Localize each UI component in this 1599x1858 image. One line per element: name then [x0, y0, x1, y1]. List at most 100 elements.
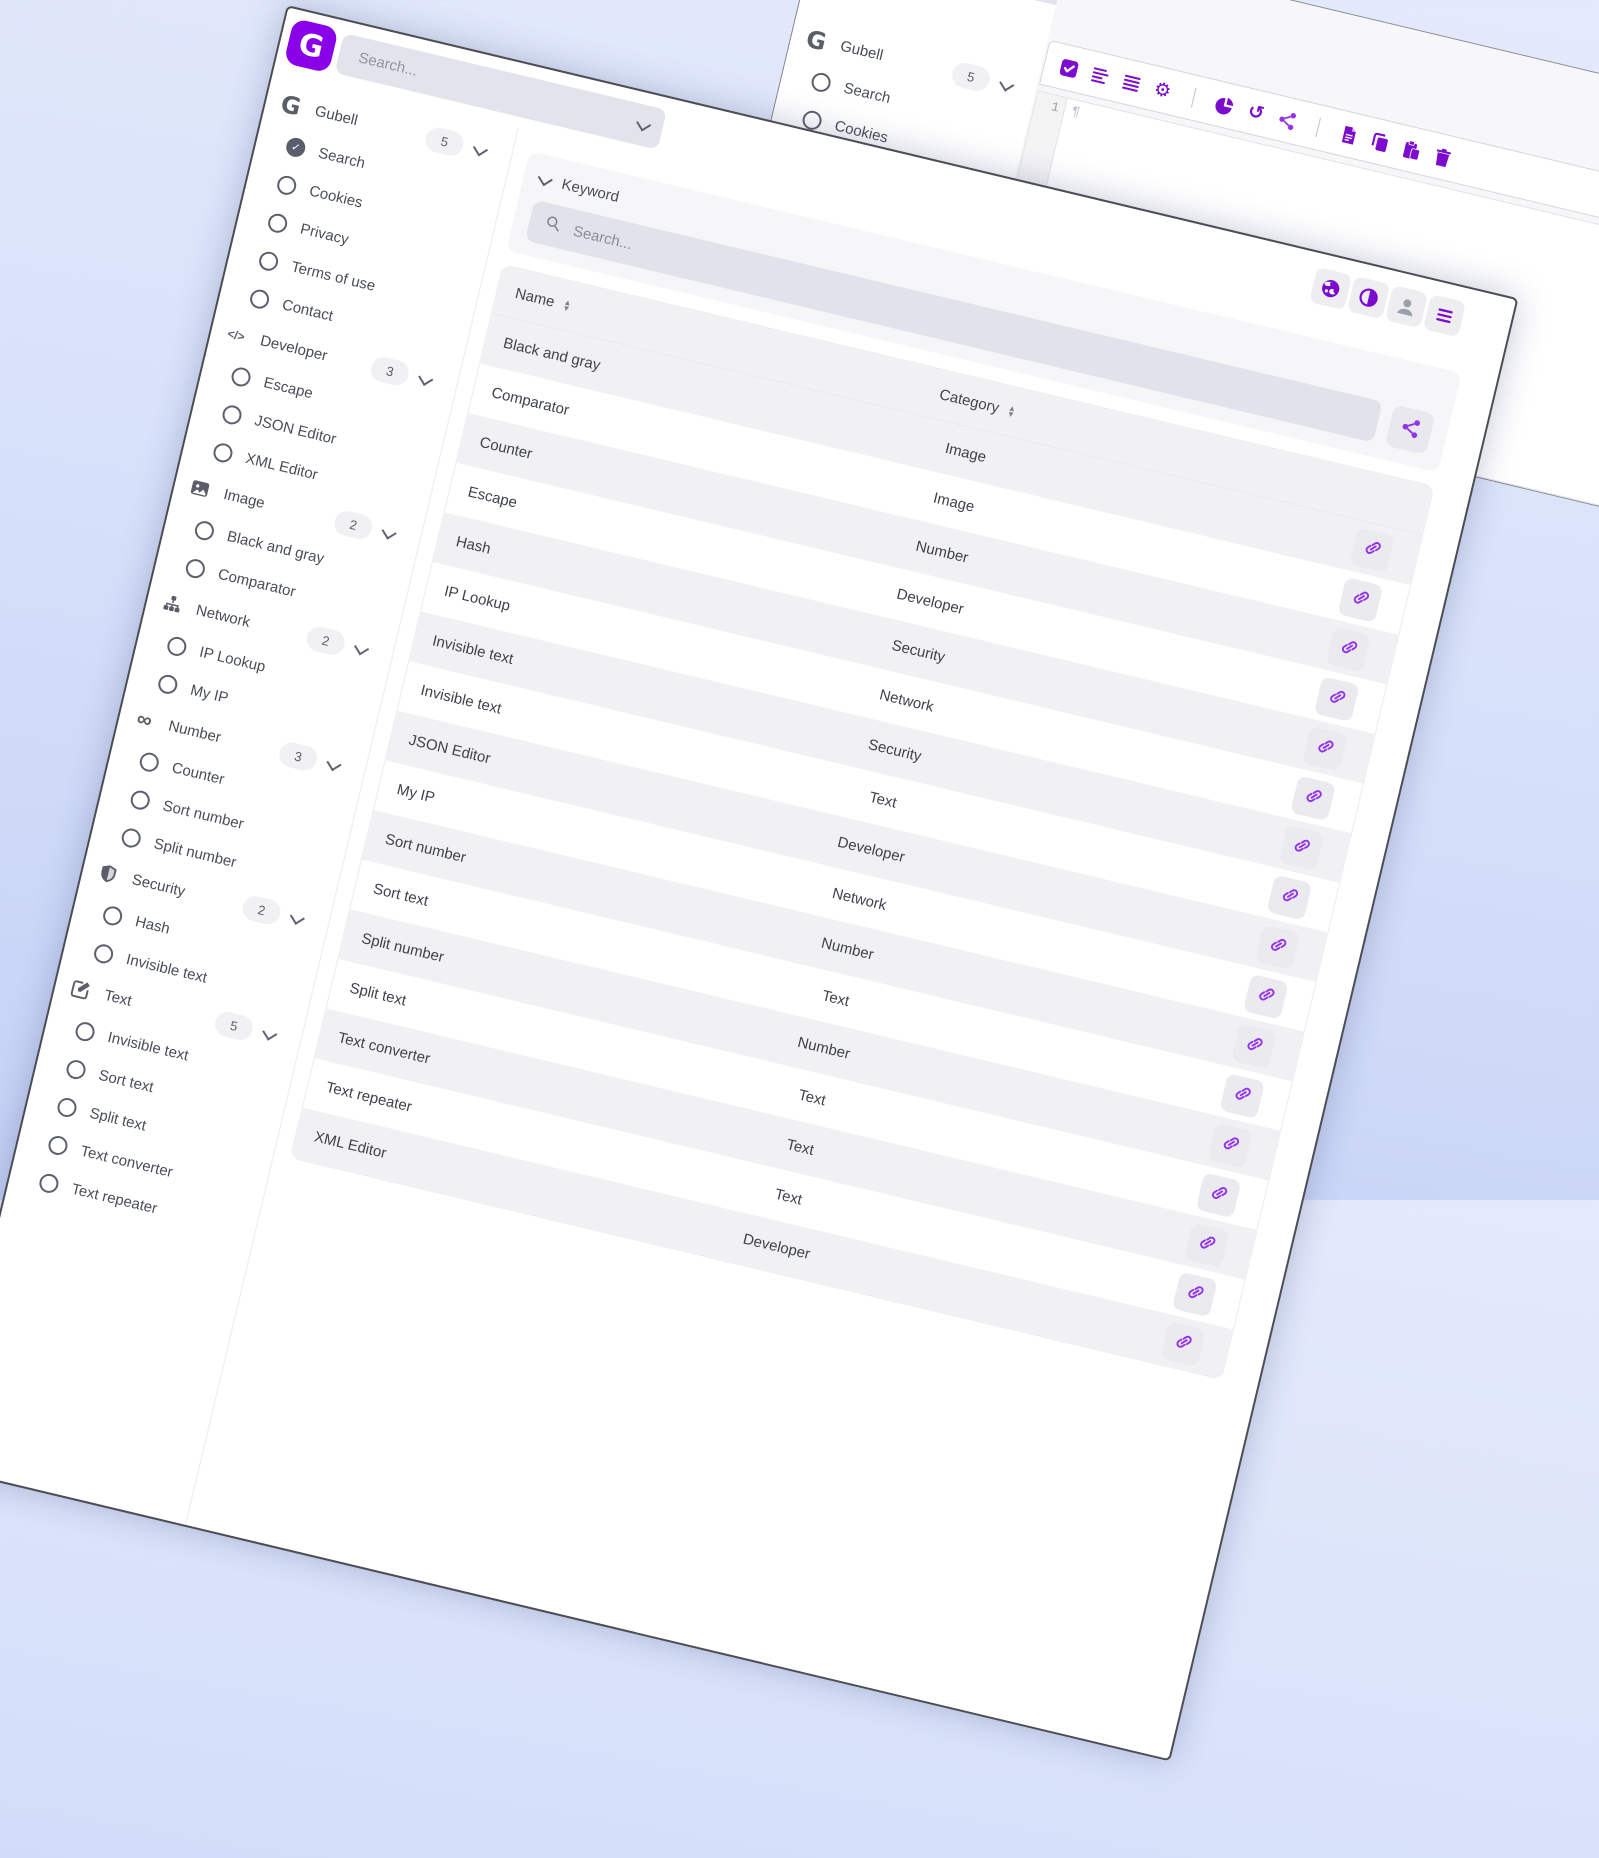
link-button[interactable] [1196, 1172, 1242, 1218]
section-label: Security [130, 871, 187, 900]
link-button[interactable] [1172, 1271, 1218, 1317]
radio-circle-icon: ✓ [74, 1020, 97, 1043]
keyword-title: Keyword [560, 175, 621, 205]
link-button[interactable] [1255, 924, 1301, 970]
link-icon [1194, 1230, 1220, 1259]
file-icon[interactable] [1337, 122, 1362, 147]
link-icon [1217, 1131, 1243, 1160]
section-label: Gubell [313, 103, 359, 130]
share-icon [1396, 414, 1424, 445]
trash-icon[interactable] [1430, 144, 1455, 169]
sidebar-item-label: Split text [88, 1105, 148, 1135]
sidebar-item-label: Hash [134, 913, 172, 938]
user-icon[interactable] [1385, 285, 1428, 328]
share-icon[interactable] [1274, 107, 1299, 132]
link-icon [1336, 634, 1362, 663]
link-button[interactable] [1338, 577, 1384, 623]
link-icon [1229, 1081, 1255, 1110]
radio-circle-icon: ✓ [221, 403, 244, 426]
link-button[interactable] [1231, 1023, 1277, 1069]
radio-circle-icon: ✓ [184, 557, 207, 580]
link-icon [1312, 734, 1338, 763]
radio-circle-icon: ✓ [230, 366, 253, 389]
menu-icon[interactable] [1423, 294, 1466, 337]
divider[interactable] [1181, 85, 1206, 110]
chevron-down-icon [538, 171, 553, 186]
g-letter-icon: G [275, 90, 306, 119]
link-button[interactable] [1349, 527, 1395, 573]
link-icon [1359, 535, 1385, 564]
chevron-down-icon[interactable] [418, 371, 433, 386]
link-button[interactable] [1219, 1073, 1265, 1119]
sidebar-item-label: My IP [189, 682, 230, 707]
chevron-down-icon[interactable] [326, 756, 341, 771]
link-button[interactable] [1267, 874, 1313, 920]
share-button[interactable] [1385, 405, 1436, 456]
section-label: Gubell [839, 38, 885, 65]
divider[interactable] [1306, 115, 1331, 140]
link-button[interactable] [1278, 825, 1324, 871]
chevron-down-icon[interactable] [473, 141, 488, 156]
link-button[interactable] [1208, 1122, 1254, 1168]
chevron-down-icon[interactable] [262, 1026, 277, 1041]
pie-chart-icon[interactable] [1212, 92, 1237, 117]
link-button[interactable] [1314, 676, 1360, 722]
contrast-icon[interactable] [1347, 276, 1390, 319]
link-icon [1347, 585, 1373, 614]
link-button[interactable] [1290, 775, 1336, 821]
radio-circle-icon: ✓ [284, 136, 307, 159]
link-icon [1276, 883, 1302, 912]
radio-circle-icon: ✓ [101, 904, 124, 927]
edit-icon [65, 975, 96, 1004]
link-button[interactable] [1302, 725, 1348, 771]
checkbox-icon[interactable] [1057, 55, 1082, 80]
section-badge: 2 [240, 894, 283, 927]
link-icon [1206, 1180, 1232, 1209]
image-icon [184, 474, 215, 503]
sidebar-item-label: Search [317, 145, 367, 173]
section-badge: 5 [950, 60, 993, 93]
radio-circle-icon: ✓ [120, 827, 143, 850]
sort-icon[interactable]: ▲▼ [1006, 405, 1016, 418]
chevron-down-icon[interactable] [290, 910, 305, 925]
history-icon[interactable]: ↺ [1243, 100, 1268, 125]
section-badge: 2 [304, 624, 347, 657]
link-button[interactable] [1243, 973, 1289, 1019]
align-left-icon[interactable] [1088, 63, 1113, 88]
gear-icon[interactable]: ⚙ [1150, 78, 1175, 103]
link-icon [1265, 932, 1291, 961]
infinity-icon: ∞ [129, 705, 160, 734]
section-label: Text [103, 987, 134, 1010]
section-label: Developer [259, 332, 329, 364]
radio-circle-icon: ✓ [129, 789, 152, 812]
radio-circle-icon: ✓ [248, 288, 271, 311]
link-button[interactable] [1184, 1222, 1230, 1268]
link-button[interactable] [1326, 626, 1372, 672]
section-label: Image [222, 486, 267, 512]
globe-icon[interactable] [1309, 267, 1352, 310]
radio-circle-icon: ✓ [56, 1096, 79, 1119]
section-label: Network [194, 602, 251, 631]
sidebar-item-label: XML Editor [244, 450, 320, 484]
section-badge: 5 [423, 125, 466, 158]
section-badge: 5 [213, 1009, 256, 1042]
chevron-down-icon[interactable] [354, 640, 369, 655]
radio-circle-icon: ✓ [65, 1058, 88, 1081]
paste-icon[interactable] [1399, 137, 1424, 162]
section-badge: 3 [369, 355, 412, 388]
justify-icon[interactable] [1119, 70, 1144, 95]
link-icon [1253, 982, 1279, 1011]
chevron-down-icon[interactable] [999, 76, 1014, 91]
link-icon [1324, 684, 1350, 713]
sidebar-item-label: Sort text [97, 1067, 155, 1096]
link-button[interactable] [1160, 1321, 1206, 1367]
radio-circle-icon: ✓ [165, 635, 188, 658]
link-icon [1300, 783, 1326, 812]
chevron-down-icon[interactable] [382, 525, 397, 540]
copy-icon[interactable] [1368, 129, 1393, 154]
radio-circle-icon: ✓ [138, 751, 161, 774]
app-logo[interactable]: G [284, 18, 339, 73]
g-letter-icon: G [801, 25, 832, 54]
sort-icon[interactable]: ▲▼ [562, 299, 572, 312]
sidebar-item-label: Escape [262, 374, 315, 402]
